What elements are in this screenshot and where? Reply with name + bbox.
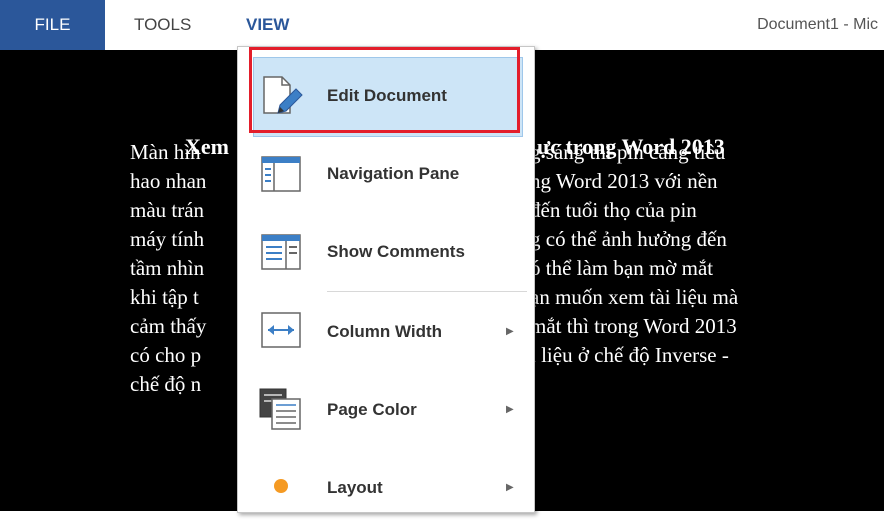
navigation-pane-icon [258, 151, 304, 197]
tab-tools[interactable]: TOOLS [134, 0, 191, 50]
submenu-arrow-icon: ▶ [506, 326, 514, 337]
ribbon-bar: FILE TOOLS VIEW Document1 - Mic [0, 0, 884, 50]
layout-icon [258, 463, 304, 509]
window-title: Document1 - Mic [757, 16, 878, 33]
menu-item-label: Navigation Pane [327, 164, 460, 183]
show-comments-icon [258, 229, 304, 275]
menu-item-navigation-pane[interactable]: Navigation Pane [238, 135, 534, 213]
tab-view[interactable]: VIEW [246, 0, 289, 50]
menu-item-label: Layout [327, 478, 383, 497]
menu-separator [327, 291, 527, 292]
page-color-icon [258, 385, 304, 431]
menu-item-label: Page Color [327, 400, 417, 419]
submenu-arrow-icon: ▶ [506, 404, 514, 415]
menu-item-label: Column Width [327, 322, 443, 341]
submenu-arrow-icon: ▶ [506, 482, 514, 493]
column-width-icon [258, 307, 304, 353]
menu-item-layout[interactable]: Layout ▶ [238, 449, 534, 527]
menu-item-show-comments[interactable]: Show Comments [238, 213, 534, 291]
menu-item-column-width[interactable]: Column Width ▶ [238, 293, 534, 371]
menu-item-label: Show Comments [327, 242, 465, 261]
tab-file[interactable]: FILE [0, 0, 105, 50]
callout-frame [249, 47, 520, 133]
menu-item-page-color[interactable]: Page Color ▶ [238, 371, 534, 449]
